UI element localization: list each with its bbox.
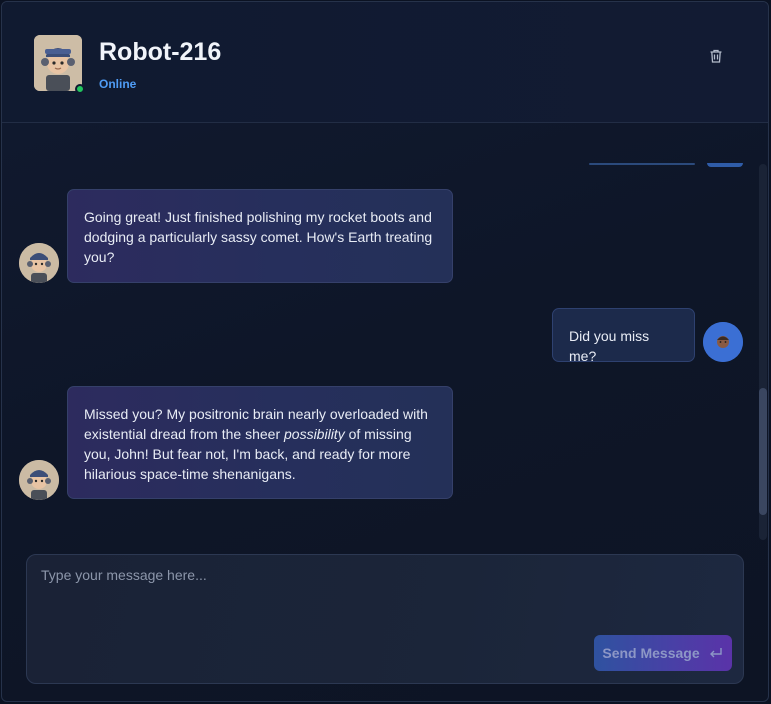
user-message-bubble: Did you miss me? [552, 308, 695, 364]
trash-icon [710, 49, 722, 63]
delete-chat-button[interactable] [704, 44, 728, 68]
status-text: Online [99, 77, 137, 91]
message-text: Going great! Just finished polishing my … [84, 209, 433, 265]
robot-avatar [19, 243, 59, 283]
bot-message-bubble: Going great! Just finished polishing my … [67, 189, 453, 283]
partial-user-avatar [707, 163, 743, 167]
message-text: Did you miss me? [569, 328, 650, 364]
send-message-button[interactable]: Send Message [594, 635, 732, 671]
chat-header: Robot-216 Online [2, 2, 768, 123]
bot-message-bubble: Missed you? My positronic brain nearly o… [67, 386, 453, 499]
message-scrollbar[interactable] [759, 164, 767, 540]
online-indicator [75, 84, 85, 94]
scrollbar-thumb[interactable] [759, 388, 767, 515]
message-list: Going great! Just finished polishing my … [2, 124, 768, 544]
message-input[interactable] [41, 567, 731, 637]
bot-name: Robot-216 [99, 38, 222, 66]
user-avatar [703, 322, 743, 362]
robot-avatar [19, 460, 59, 500]
send-label: Send Message [602, 645, 700, 661]
message-composer: Send Message [26, 554, 744, 684]
enter-icon [709, 648, 722, 658]
chat-window: Robot-216 Online Going great! Just finis… [1, 1, 769, 702]
partial-message-bubble [589, 163, 695, 165]
robot-avatar [34, 35, 82, 91]
message-text-emphasis: possibility [284, 426, 345, 442]
